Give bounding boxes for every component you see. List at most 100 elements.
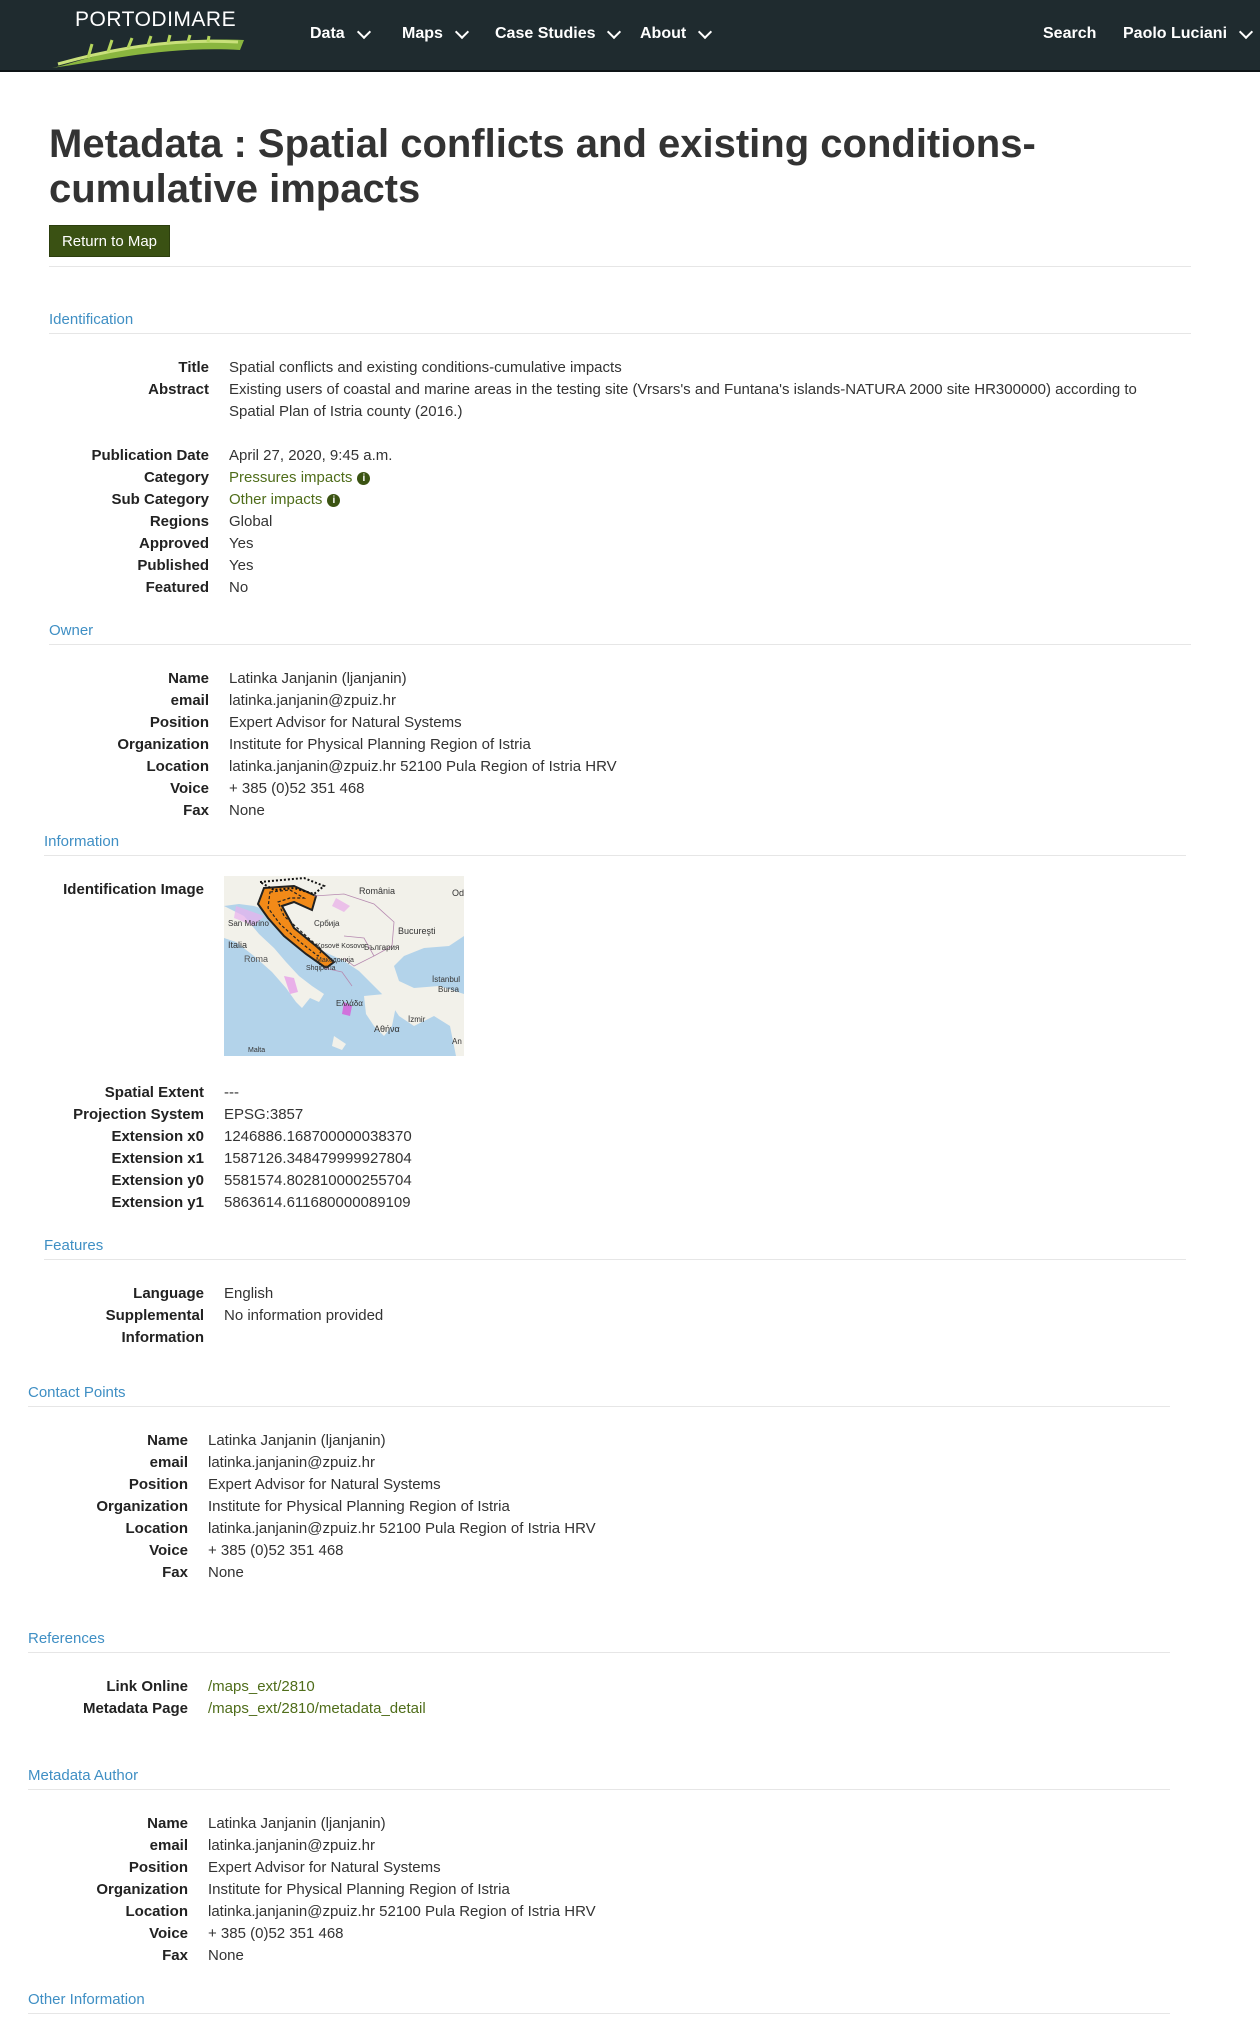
svg-text:Italia: Italia — [228, 940, 247, 950]
map-thumbnail-image: România Bucureşti San Marino Србија Ital… — [224, 876, 464, 1056]
author-position: Position Expert Advisor for Natural Syste… — [128, 1859, 441, 1876]
divider — [49, 333, 1191, 334]
chevron-down-icon — [607, 24, 622, 39]
author-organization: Organization Institute for Physical Plann… — [96, 1881, 510, 1898]
section-features: Features — [44, 1237, 104, 1254]
row-supplemental: Supplemental No information provided — [105, 1307, 384, 1324]
author-location: Location latinka.janjanin@zpuiz.hr 52100 … — [125, 1903, 596, 1920]
info-icon[interactable]: i — [327, 494, 341, 507]
divider — [28, 1406, 1170, 1407]
svg-text:Македонија: Македонија — [316, 957, 354, 964]
row-link-online: Link Online/maps_ext/2810 — [28, 1676, 315, 1698]
contact-voice: Voice + 385 (0)52 351 468 — [149, 1542, 344, 1559]
svg-text:Roma: Roma — [244, 954, 268, 964]
wave-logo-icon — [52, 34, 244, 68]
author-email: email latinka.janjanin@zpuiz.hr — [149, 1837, 375, 1854]
owner-voice: Voice + 385 (0)52 351 468 — [170, 780, 365, 797]
contact-fax: Fax None — [162, 1564, 244, 1581]
svg-text:България: България — [364, 943, 399, 952]
contact-position: Position Expert Advisor for Natural Syste… — [128, 1476, 441, 1493]
divider — [28, 2013, 1170, 2014]
row-extension-x1: Extension x1 1587126.348479999927804 — [111, 1150, 412, 1167]
subcategory-link[interactable]: Other impacts i — [229, 489, 341, 511]
row-publication-date: Publication Date April 27, 2020, 9:45 a.m… — [91, 447, 393, 464]
divider — [49, 644, 1191, 645]
page-title: Metadata : Spatial conflicts and existin… — [49, 122, 1036, 211]
divider — [44, 1259, 1186, 1260]
owner-fax: Fax None — [183, 802, 265, 819]
row-category: Category Pressures impacts i — [49, 467, 371, 489]
section-owner: Owner — [49, 622, 94, 639]
owner-location: Location latinka.janjanin@zpuiz.hr 52100 … — [146, 758, 617, 775]
section-identification: Identification — [49, 311, 134, 328]
nav-about[interactable]: About — [640, 24, 713, 43]
owner-name: Name Latinka Janjanin (ljanjanin) — [168, 670, 407, 687]
identification-image-map[interactable]: România Bucureşti San Marino Србија Ital… — [224, 876, 464, 1056]
svg-text:Bursa: Bursa — [438, 985, 459, 994]
section-contact-points: Contact Points — [28, 1384, 126, 1401]
logo-text: PORTODIMARE — [75, 8, 237, 31]
row-published: Published Yes — [137, 557, 254, 574]
owner-email: email latinka.janjanin@zpuiz.hr — [170, 692, 396, 709]
row-subcategory: Sub Category Other impacts i — [49, 489, 341, 511]
row-regions: Regions Global — [149, 513, 273, 530]
row-spatial-extent: Spatial Extent --- — [104, 1084, 239, 1101]
row-abstract: Abstract Existing users of coastal and ma… — [49, 379, 1137, 401]
svg-text:Αθήνα: Αθήνα — [374, 1024, 400, 1034]
category-link[interactable]: Pressures impacts i — [229, 467, 371, 489]
divider — [28, 1652, 1170, 1653]
section-information: Information — [44, 833, 120, 850]
svg-text:Ελλάδα: Ελλάδα — [336, 999, 363, 1008]
author-fax: Fax None — [162, 1947, 244, 1964]
divider — [44, 855, 1186, 856]
nav-data[interactable]: Data — [310, 24, 371, 43]
top-navbar: PORTODIMARE Data Maps Case Studies About… — [0, 0, 1260, 72]
contact-email: email latinka.janjanin@zpuiz.hr — [149, 1454, 375, 1471]
contact-name: Name Latinka Janjanin (ljanjanin) — [147, 1432, 386, 1449]
nav-case-studies[interactable]: Case Studies — [495, 24, 622, 43]
chevron-down-icon — [1238, 24, 1254, 39]
row-metadata-page: Metadata Page/maps_ext/2810/metadata_det… — [28, 1698, 426, 1720]
svg-text:San Marino: San Marino — [228, 919, 269, 928]
nav-user-menu[interactable]: Paolo Luciani — [1123, 24, 1254, 43]
row-projection: Projection System EPSG:3857 — [73, 1106, 304, 1123]
link-online[interactable]: /maps_ext/2810 — [208, 1676, 315, 1698]
section-metadata-author: Metadata Author — [28, 1767, 139, 1784]
title-value: Spatial conflicts and existing condition… — [229, 359, 622, 376]
map-label: România — [359, 886, 395, 896]
row-approved: Approved Yes — [138, 535, 254, 552]
svg-text:Od: Od — [452, 888, 464, 898]
row-featured: Featured No — [145, 579, 249, 596]
portodimare-logo[interactable]: PORTODIMARE — [48, 4, 248, 68]
row-title: Title Spatial conflicts and existing cond… — [49, 357, 622, 379]
svg-text:Kosovë Kosovo: Kosovë Kosovo — [316, 943, 365, 950]
row-extension-x0: Extension x0 1246886.168700000038370 — [111, 1128, 412, 1145]
abstract-value: Existing users of coastal and marine are… — [229, 381, 1137, 398]
row-abstract-cont: Spatial Plan of Istria county (2016.) — [229, 403, 463, 420]
row-extension-y0: Extension y0 5581574.802810000255704 — [111, 1172, 412, 1189]
section-references: References — [28, 1630, 105, 1647]
return-to-map-button[interactable]: Return to Map — [49, 225, 170, 257]
chevron-down-icon — [698, 24, 713, 39]
svg-text:Bucureşti: Bucureşti — [398, 926, 436, 936]
contact-location: Location latinka.janjanin@zpuiz.hr 52100 … — [125, 1520, 596, 1537]
owner-position: Position Expert Advisor for Natural Syste… — [149, 714, 462, 731]
nav-search[interactable]: Search — [1043, 25, 1096, 43]
author-name: Name Latinka Janjanin (ljanjanin) — [147, 1815, 386, 1832]
svg-text:Србија: Србија — [314, 919, 340, 928]
chevron-down-icon — [356, 24, 371, 39]
info-icon[interactable]: i — [357, 472, 371, 485]
nav-maps[interactable]: Maps — [402, 24, 469, 43]
svg-text:Shqipëria: Shqipëria — [306, 965, 336, 972]
svg-text:An: An — [452, 1037, 462, 1046]
row-identification-image: Identification Image — [63, 881, 204, 898]
chevron-down-icon — [454, 24, 469, 39]
row-extension-y1: Extension y1 5863614.611680000089109 — [111, 1194, 411, 1211]
contact-organization: Organization Institute for Physical Plann… — [96, 1498, 510, 1515]
svg-text:İstanbul: İstanbul — [432, 975, 460, 984]
section-other-information: Other Information — [28, 1991, 145, 2008]
divider — [28, 1789, 1170, 1790]
author-voice: Voice + 385 (0)52 351 468 — [149, 1925, 344, 1942]
svg-text:İzmir: İzmir — [408, 1015, 426, 1024]
metadata-page-link[interactable]: /maps_ext/2810/metadata_detail — [208, 1698, 426, 1720]
